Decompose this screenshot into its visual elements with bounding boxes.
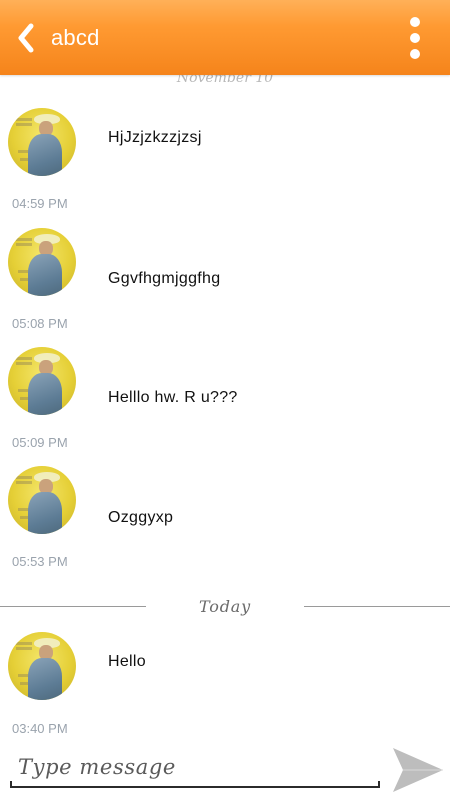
message-text: Ozggyxp — [108, 509, 174, 526]
chevron-left-icon — [18, 23, 34, 53]
overflow-menu-button[interactable] — [408, 17, 422, 59]
date-separator: November 10 — [176, 74, 274, 86]
message-text: Helllo hw. R u??? — [108, 389, 238, 406]
avatar[interactable] — [8, 632, 76, 700]
message-text: HjJzjzkzzjzsj — [108, 129, 202, 146]
avatar[interactable] — [8, 347, 76, 415]
message-time: 05:09 PM — [12, 435, 68, 450]
message-item[interactable]: HjJzjzkzzjzsj 04:59 PM — [0, 106, 450, 216]
message-item[interactable]: Hello 03:40 PM — [0, 630, 450, 736]
app-bar: abcd — [0, 0, 450, 75]
message-composer — [0, 740, 450, 800]
avatar[interactable] — [8, 228, 76, 296]
divider-label: Today — [199, 597, 251, 616]
avatar[interactable] — [8, 466, 76, 534]
avatar[interactable] — [8, 108, 76, 176]
message-text: Hello — [108, 653, 146, 670]
divider-line — [304, 606, 450, 607]
today-divider: Today — [0, 596, 450, 620]
message-item[interactable]: Ozggyxp 05:53 PM — [0, 464, 450, 574]
send-button[interactable] — [390, 744, 446, 796]
message-item[interactable]: Ggvfhgmjggfhg 05:08 PM — [0, 226, 450, 336]
message-time: 05:53 PM — [12, 554, 68, 569]
back-button[interactable] — [14, 20, 40, 56]
message-input[interactable] — [10, 748, 396, 786]
send-icon — [393, 748, 443, 792]
message-time: 03:40 PM — [12, 721, 68, 736]
message-time: 04:59 PM — [12, 196, 68, 211]
input-underline — [10, 781, 380, 788]
vertical-dots-icon — [410, 17, 420, 27]
conversation-title: abcd — [51, 25, 100, 50]
chat-screen: abcd November 10 HjJzjzkzzjzsj 04:59 PM … — [0, 0, 450, 800]
message-text: Ggvfhgmjggfhg — [108, 270, 221, 287]
message-item[interactable]: Helllo hw. R u??? 05:09 PM — [0, 345, 450, 455]
message-time: 05:08 PM — [12, 316, 68, 331]
divider-line — [0, 606, 146, 607]
